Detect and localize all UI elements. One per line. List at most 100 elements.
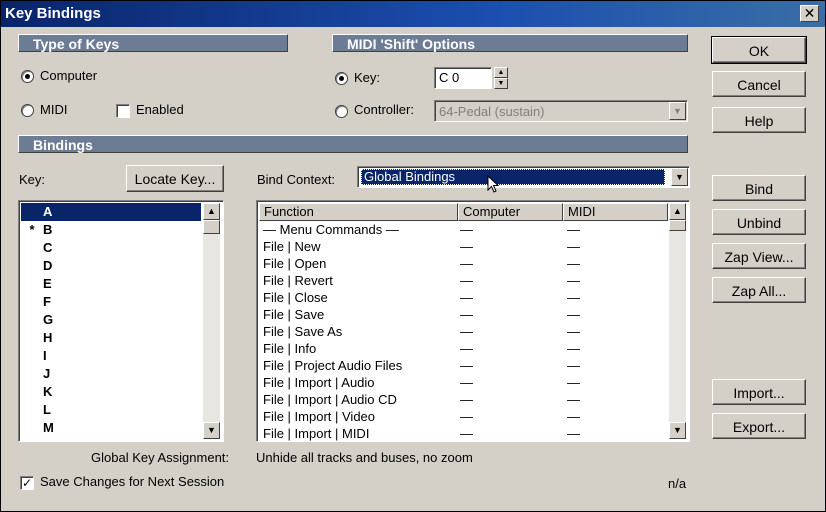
key-name: C bbox=[43, 240, 53, 255]
unbind-button[interactable]: Unbind bbox=[712, 209, 806, 235]
locate-key-button[interactable]: Locate Key... bbox=[126, 165, 224, 192]
table-row[interactable]: File | Save — — bbox=[259, 306, 667, 323]
key-list-scrollbar[interactable]: ▲ ▼ bbox=[203, 203, 220, 439]
cell-midi: — bbox=[567, 324, 580, 339]
scroll-up-icon[interactable]: ▲ bbox=[203, 203, 220, 220]
key-bindings-dialog: Key Bindings ✕ Type of Keys Computer MID… bbox=[0, 0, 826, 512]
cell-midi: — bbox=[567, 341, 580, 356]
key-list-item[interactable]: G bbox=[21, 311, 201, 329]
key-list-item[interactable]: C bbox=[21, 239, 201, 257]
computer-radio[interactable] bbox=[21, 70, 34, 83]
close-icon[interactable]: ✕ bbox=[800, 5, 819, 22]
cell-computer: — bbox=[460, 290, 473, 305]
key-list-item[interactable]: N bbox=[21, 437, 201, 441]
import-button[interactable]: Import... bbox=[712, 379, 806, 405]
key-list-item[interactable]: H bbox=[21, 329, 201, 347]
zap-all-button[interactable]: Zap All... bbox=[712, 277, 806, 303]
table-row[interactable]: File | Revert — — bbox=[259, 272, 667, 289]
spin-down-icon[interactable]: ▼ bbox=[494, 78, 508, 89]
zap-view-button[interactable]: Zap View... bbox=[712, 243, 806, 269]
key-name: M bbox=[43, 420, 54, 435]
table-row[interactable]: File | Open — — bbox=[259, 255, 667, 272]
cell-midi: — bbox=[567, 375, 580, 390]
key-list[interactable]: A*BCDEFGHIJKLMN ▲ ▼ bbox=[18, 200, 224, 442]
column-header-midi[interactable]: MIDI bbox=[563, 203, 668, 221]
cell-function: File | Revert bbox=[263, 273, 333, 288]
table-row[interactable]: File | Import | MIDI — — bbox=[259, 425, 667, 441]
help-button[interactable]: Help bbox=[712, 107, 806, 133]
key-list-item[interactable]: * B bbox=[21, 221, 201, 239]
enabled-checkbox[interactable] bbox=[116, 104, 130, 118]
midi-shift-key-field[interactable]: C 0 bbox=[434, 67, 492, 89]
table-row[interactable]: — Menu Commands — — — bbox=[259, 221, 667, 238]
bindings-table-scrollbar[interactable]: ▲ ▼ bbox=[669, 203, 686, 439]
cell-computer: — bbox=[460, 409, 473, 424]
key-list-item[interactable]: K bbox=[21, 383, 201, 401]
midi-radio-label[interactable]: MIDI bbox=[40, 102, 67, 117]
cell-computer: — bbox=[460, 239, 473, 254]
cell-midi: — bbox=[567, 426, 580, 441]
key-name: D bbox=[43, 258, 53, 273]
computer-radio-label[interactable]: Computer bbox=[40, 68, 97, 83]
key-list-item[interactable]: F bbox=[21, 293, 201, 311]
key-name: H bbox=[43, 330, 53, 345]
key-name: N bbox=[43, 438, 52, 441]
key-radio-label[interactable]: Key: bbox=[354, 70, 380, 85]
bind-button[interactable]: Bind bbox=[712, 175, 806, 201]
cell-midi: — bbox=[567, 256, 580, 271]
cell-midi: — bbox=[567, 409, 580, 424]
table-row[interactable]: File | Project Audio Files — — bbox=[259, 357, 667, 374]
bindings-table[interactable]: Function Computer MIDI — Menu Commands —… bbox=[256, 200, 690, 442]
chevron-down-icon[interactable]: ▼ bbox=[669, 102, 686, 120]
cell-midi: — bbox=[567, 358, 580, 373]
scroll-down-icon[interactable]: ▼ bbox=[203, 422, 220, 439]
column-header-function[interactable]: Function bbox=[259, 203, 458, 221]
cell-function: File | Info bbox=[263, 341, 317, 356]
chevron-down-icon[interactable]: ▼ bbox=[671, 168, 688, 186]
cell-midi: — bbox=[567, 222, 580, 237]
export-button[interactable]: Export... bbox=[712, 413, 806, 439]
key-list-item[interactable]: M bbox=[21, 419, 201, 437]
cell-computer: — bbox=[460, 307, 473, 322]
ok-button[interactable]: OK bbox=[711, 36, 807, 64]
controller-radio[interactable] bbox=[335, 105, 348, 118]
scroll-thumb[interactable] bbox=[669, 220, 686, 231]
scroll-up-icon[interactable]: ▲ bbox=[669, 203, 686, 220]
cell-computer: — bbox=[460, 426, 473, 441]
save-changes-checkbox[interactable]: ✓ bbox=[20, 476, 34, 490]
key-list-item[interactable]: J bbox=[21, 365, 201, 383]
cell-function: File | Save bbox=[263, 307, 325, 322]
midi-shift-options-header: MIDI 'Shift' Options bbox=[332, 34, 688, 52]
table-row[interactable]: File | Save As — — bbox=[259, 323, 667, 340]
key-radio[interactable] bbox=[335, 72, 348, 85]
table-row[interactable]: File | Import | Audio CD — — bbox=[259, 391, 667, 408]
scroll-thumb[interactable] bbox=[203, 220, 220, 234]
spin-up-icon[interactable]: ▲ bbox=[494, 67, 508, 78]
key-list-item[interactable]: A bbox=[21, 203, 201, 221]
key-list-item[interactable]: I bbox=[21, 347, 201, 365]
scroll-down-icon[interactable]: ▼ bbox=[669, 422, 686, 439]
table-row[interactable]: File | New — — bbox=[259, 238, 667, 255]
cancel-button[interactable]: Cancel bbox=[712, 71, 806, 97]
bind-context-value: Global Bindings bbox=[361, 169, 665, 185]
cell-computer: — bbox=[460, 256, 473, 271]
key-list-item[interactable]: E bbox=[21, 275, 201, 293]
bind-context-select[interactable]: Global Bindings ▼ bbox=[357, 166, 690, 188]
table-row[interactable]: File | Import | Video — — bbox=[259, 408, 667, 425]
controller-radio-label[interactable]: Controller: bbox=[354, 102, 414, 117]
cell-function: File | Save As bbox=[263, 324, 343, 339]
window-title: Key Bindings bbox=[5, 5, 101, 22]
table-row[interactable]: File | Import | Audio — — bbox=[259, 374, 667, 391]
midi-radio[interactable] bbox=[21, 104, 34, 117]
key-list-item[interactable]: D bbox=[21, 257, 201, 275]
table-row[interactable]: File | Info — — bbox=[259, 340, 667, 357]
enabled-label[interactable]: Enabled bbox=[136, 102, 184, 117]
controller-select[interactable]: 64-Pedal (sustain) ▼ bbox=[434, 100, 688, 122]
table-row[interactable]: File | Close — — bbox=[259, 289, 667, 306]
save-changes-label[interactable]: Save Changes for Next Session bbox=[40, 474, 224, 489]
cell-midi: — bbox=[567, 290, 580, 305]
column-header-computer[interactable]: Computer bbox=[458, 203, 563, 221]
key-list-item[interactable]: L bbox=[21, 401, 201, 419]
key-name: F bbox=[43, 294, 51, 309]
cell-computer: — bbox=[460, 273, 473, 288]
